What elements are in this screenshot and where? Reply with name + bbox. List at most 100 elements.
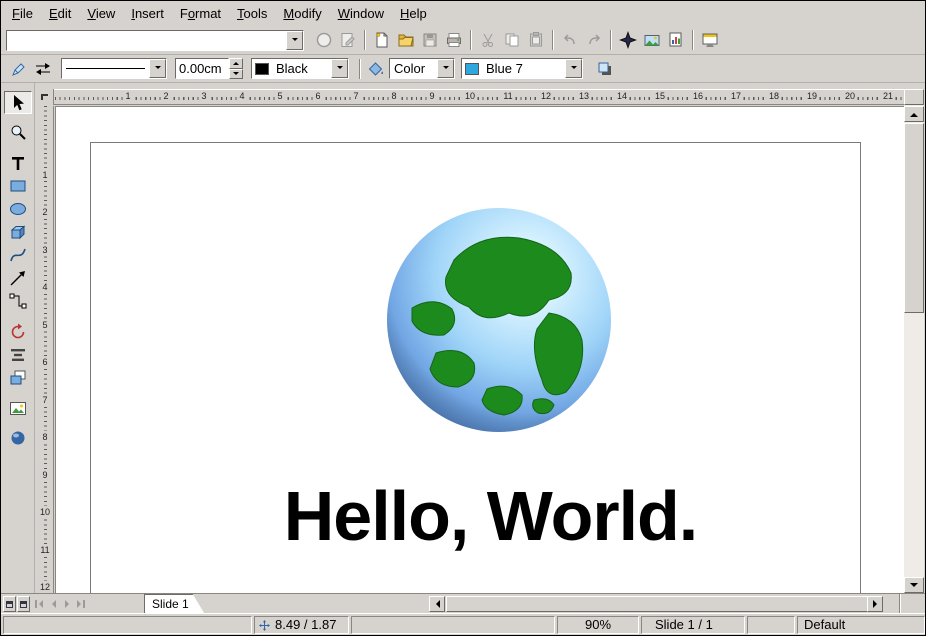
copy-icon[interactable] bbox=[500, 28, 524, 52]
hruler-number: 14 bbox=[615, 91, 629, 101]
stop-icon[interactable] bbox=[312, 28, 336, 52]
rectangle-tool-icon[interactable] bbox=[4, 174, 32, 197]
select-tool-icon[interactable] bbox=[4, 91, 32, 114]
next-slide-button[interactable] bbox=[60, 596, 74, 612]
insert-tool-icon[interactable] bbox=[4, 397, 32, 420]
menu-file[interactable]: File bbox=[4, 3, 41, 24]
line-color-dropdown-button[interactable] bbox=[331, 59, 348, 78]
paste-icon[interactable] bbox=[524, 28, 548, 52]
function-bar bbox=[1, 26, 925, 55]
vertical-scrollbar[interactable] bbox=[904, 89, 924, 593]
tabbar-divider bbox=[899, 594, 901, 613]
hruler-number: 3 bbox=[199, 91, 208, 101]
arrow-down-icon bbox=[910, 583, 918, 591]
horizontal-scroll-thumb[interactable] bbox=[446, 596, 881, 612]
horizontal-scrollbar[interactable] bbox=[429, 596, 899, 612]
load-url-combo[interactable] bbox=[6, 30, 304, 51]
fill-style-combo[interactable]: Color bbox=[389, 58, 455, 79]
menu-tools[interactable]: Tools bbox=[229, 3, 275, 24]
line-arrow-tool-icon[interactable] bbox=[4, 266, 32, 289]
arrow-right-icon bbox=[65, 600, 73, 608]
open-icon[interactable] bbox=[394, 28, 418, 52]
cut-icon[interactable] bbox=[476, 28, 500, 52]
globe-image[interactable] bbox=[384, 205, 614, 435]
vruler-number: 2 bbox=[42, 206, 47, 218]
menu-help[interactable]: Help bbox=[392, 3, 435, 24]
spin-up-button[interactable] bbox=[229, 58, 243, 69]
status-position-panel[interactable]: 8.49 / 1.87 bbox=[254, 616, 349, 634]
scroll-up-button[interactable] bbox=[904, 106, 924, 122]
line-style-combo[interactable] bbox=[61, 58, 167, 79]
hruler-number: 18 bbox=[767, 91, 781, 101]
chevron-down-icon bbox=[443, 66, 449, 72]
edit-points-icon[interactable] bbox=[7, 57, 31, 81]
status-zoom[interactable]: 90% bbox=[557, 616, 639, 634]
line-width-spinner[interactable]: 0.00cm bbox=[175, 58, 243, 79]
menu-edit[interactable]: Edit bbox=[41, 3, 79, 24]
menu-format[interactable]: Format bbox=[172, 3, 229, 24]
fill-color-dropdown-button[interactable] bbox=[565, 59, 582, 78]
fill-style-dropdown-button[interactable] bbox=[437, 59, 454, 78]
presentation-icon[interactable] bbox=[698, 28, 722, 52]
load-url-value[interactable] bbox=[7, 31, 286, 50]
scroll-left-button[interactable] bbox=[429, 596, 445, 612]
hruler-number: 9 bbox=[427, 91, 436, 101]
line-color-combo[interactable]: Black bbox=[251, 58, 349, 79]
connector-tool-icon[interactable] bbox=[4, 289, 32, 312]
save-icon[interactable] bbox=[418, 28, 442, 52]
alignment-tool-icon[interactable] bbox=[4, 343, 32, 366]
slide-tab[interactable]: Slide 1 bbox=[144, 594, 205, 614]
ellipse-tool-icon[interactable] bbox=[4, 197, 32, 220]
view-mode-button-2[interactable] bbox=[17, 596, 30, 612]
new-document-icon[interactable] bbox=[370, 28, 394, 52]
rotate-tool-icon[interactable] bbox=[4, 320, 32, 343]
toolbar-separator bbox=[692, 30, 694, 50]
previous-slide-button[interactable] bbox=[46, 596, 60, 612]
menu-window[interactable]: Window bbox=[330, 3, 392, 24]
vruler-number: 4 bbox=[42, 281, 47, 293]
curve-tool-icon[interactable] bbox=[4, 243, 32, 266]
navigator-icon[interactable] bbox=[616, 28, 640, 52]
ruler-corner[interactable] bbox=[36, 89, 54, 105]
insert-chart-icon[interactable] bbox=[664, 28, 688, 52]
first-slide-button[interactable] bbox=[32, 596, 46, 612]
last-slide-button[interactable] bbox=[74, 596, 88, 612]
3d-object-tool-icon[interactable] bbox=[4, 220, 32, 243]
slide-tabs: Slide 1 bbox=[144, 594, 205, 614]
text-tool-icon[interactable] bbox=[4, 151, 32, 174]
hruler-number: 8 bbox=[389, 91, 398, 101]
edit-file-icon[interactable] bbox=[336, 28, 360, 52]
scrollbar-corner-button[interactable] bbox=[904, 89, 924, 105]
spin-down-button[interactable] bbox=[229, 69, 243, 80]
line-width-value[interactable]: 0.00cm bbox=[175, 58, 229, 79]
view-mode-button-1[interactable] bbox=[3, 596, 16, 612]
hruler-number: 7 bbox=[351, 91, 360, 101]
load-url-dropdown-button[interactable] bbox=[286, 31, 303, 50]
menu-modify[interactable]: Modify bbox=[275, 3, 329, 24]
fill-color-combo[interactable]: Blue 7 bbox=[461, 58, 583, 79]
area-style-icon[interactable] bbox=[365, 57, 387, 81]
gallery-icon[interactable] bbox=[640, 28, 664, 52]
shadow-icon[interactable] bbox=[593, 57, 617, 81]
redo-icon[interactable] bbox=[582, 28, 606, 52]
line-ends-style-icon[interactable] bbox=[31, 57, 55, 81]
arrange-tool-icon[interactable] bbox=[4, 366, 32, 389]
effects-tool-icon[interactable] bbox=[4, 426, 32, 449]
zoom-tool-icon[interactable] bbox=[4, 120, 32, 143]
vertical-ruler[interactable]: 123456789101112 bbox=[37, 106, 54, 593]
scroll-down-button[interactable] bbox=[904, 577, 924, 593]
scroll-right-button[interactable] bbox=[867, 596, 883, 612]
status-page-style[interactable]: Default bbox=[797, 616, 925, 634]
hruler-number: 17 bbox=[729, 91, 743, 101]
slide-title-text[interactable]: Hello, World. bbox=[91, 481, 860, 551]
line-style-dropdown-button[interactable] bbox=[149, 59, 166, 78]
vertical-scroll-thumb[interactable] bbox=[904, 123, 924, 313]
menu-insert[interactable]: Insert bbox=[123, 3, 172, 24]
slide-page[interactable]: Hello, World. bbox=[90, 142, 861, 593]
horizontal-ruler[interactable]: 123456789101112131415161718192021 bbox=[36, 89, 905, 105]
hruler-number: 19 bbox=[805, 91, 819, 101]
drawing-canvas[interactable]: Hello, World. bbox=[55, 106, 904, 593]
menu-view[interactable]: View bbox=[79, 3, 123, 24]
undo-icon[interactable] bbox=[558, 28, 582, 52]
print-icon[interactable] bbox=[442, 28, 466, 52]
